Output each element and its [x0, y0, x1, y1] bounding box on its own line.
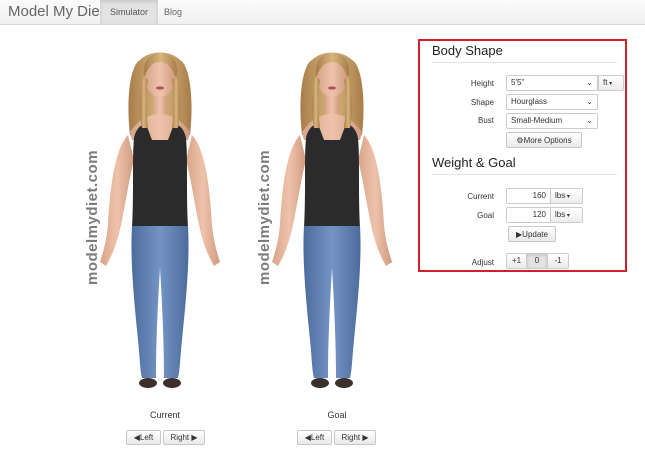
height-unit-dropdown[interactable]: ft ▾ [598, 75, 624, 91]
weight-goal-heading: Weight & Goal [432, 155, 516, 170]
adjust-label: Adjust [471, 258, 494, 267]
current-weight-label: Current [467, 192, 494, 201]
height-label: Height [470, 79, 494, 88]
current-rotate-left-button[interactable]: ◀Left [126, 430, 161, 445]
update-button[interactable]: ▶Update [508, 226, 556, 242]
shape-value: Hourglass [511, 97, 548, 106]
body-shape-heading: Body Shape [432, 43, 503, 58]
settings-panel: Body Shape Height 5'5" ⌄ ft ▾ Shape Hour… [418, 39, 627, 272]
chevron-down-icon: ⌄ [586, 78, 593, 87]
watermark: modelmydiet.com [256, 149, 273, 285]
divider [432, 174, 617, 175]
current-model-area: modelmydiet.com [70, 40, 250, 395]
adjust-plus-one-button[interactable]: +1 [506, 253, 527, 269]
chevron-down-icon: ⌄ [586, 97, 593, 106]
goal-weight-input[interactable]: 120 [506, 207, 551, 223]
bust-select[interactable]: Small-Medium ⌄ [506, 113, 598, 129]
gear-icon: ⚙ [516, 136, 524, 145]
tab-blog[interactable]: Blog [154, 0, 192, 24]
adjust-zero-button[interactable]: 0 [527, 253, 548, 269]
goal-rotate-left-button[interactable]: ◀Left [297, 430, 332, 445]
bust-label: Bust [477, 116, 494, 125]
tab-simulator[interactable]: Simulator [100, 0, 159, 24]
goal-model-area: modelmydiet.com [242, 40, 422, 395]
goal-model-caption: Goal [327, 410, 347, 420]
goal-rotate-right-button[interactable]: Right ▶ [334, 430, 376, 445]
navbar: Model My Diet Simulator Blog [0, 0, 645, 25]
height-select[interactable]: 5'5" ⌄ [506, 75, 598, 91]
chevron-down-icon: ⌄ [586, 116, 593, 125]
shape-select[interactable]: Hourglass ⌄ [506, 94, 598, 110]
current-weight-unit-dropdown[interactable]: lbs ▾ [551, 188, 583, 204]
divider [432, 62, 617, 63]
current-model-caption: Current [149, 410, 180, 420]
goal-weight-unit-dropdown[interactable]: lbs ▾ [551, 207, 583, 223]
adjust-minus-one-button[interactable]: -1 [548, 253, 569, 269]
brand-logo[interactable]: Model My Diet [8, 3, 104, 20]
more-options-button[interactable]: ⚙More Options [506, 132, 582, 148]
goal-weight-label: Goal [477, 211, 494, 220]
current-weight-input[interactable]: 160 [506, 188, 551, 204]
bust-value: Small-Medium [511, 116, 563, 125]
height-value: 5'5" [511, 78, 525, 87]
watermark: modelmydiet.com [84, 149, 101, 285]
current-rotate-right-button[interactable]: Right ▶ [163, 430, 205, 445]
shape-label: Shape [470, 98, 494, 107]
